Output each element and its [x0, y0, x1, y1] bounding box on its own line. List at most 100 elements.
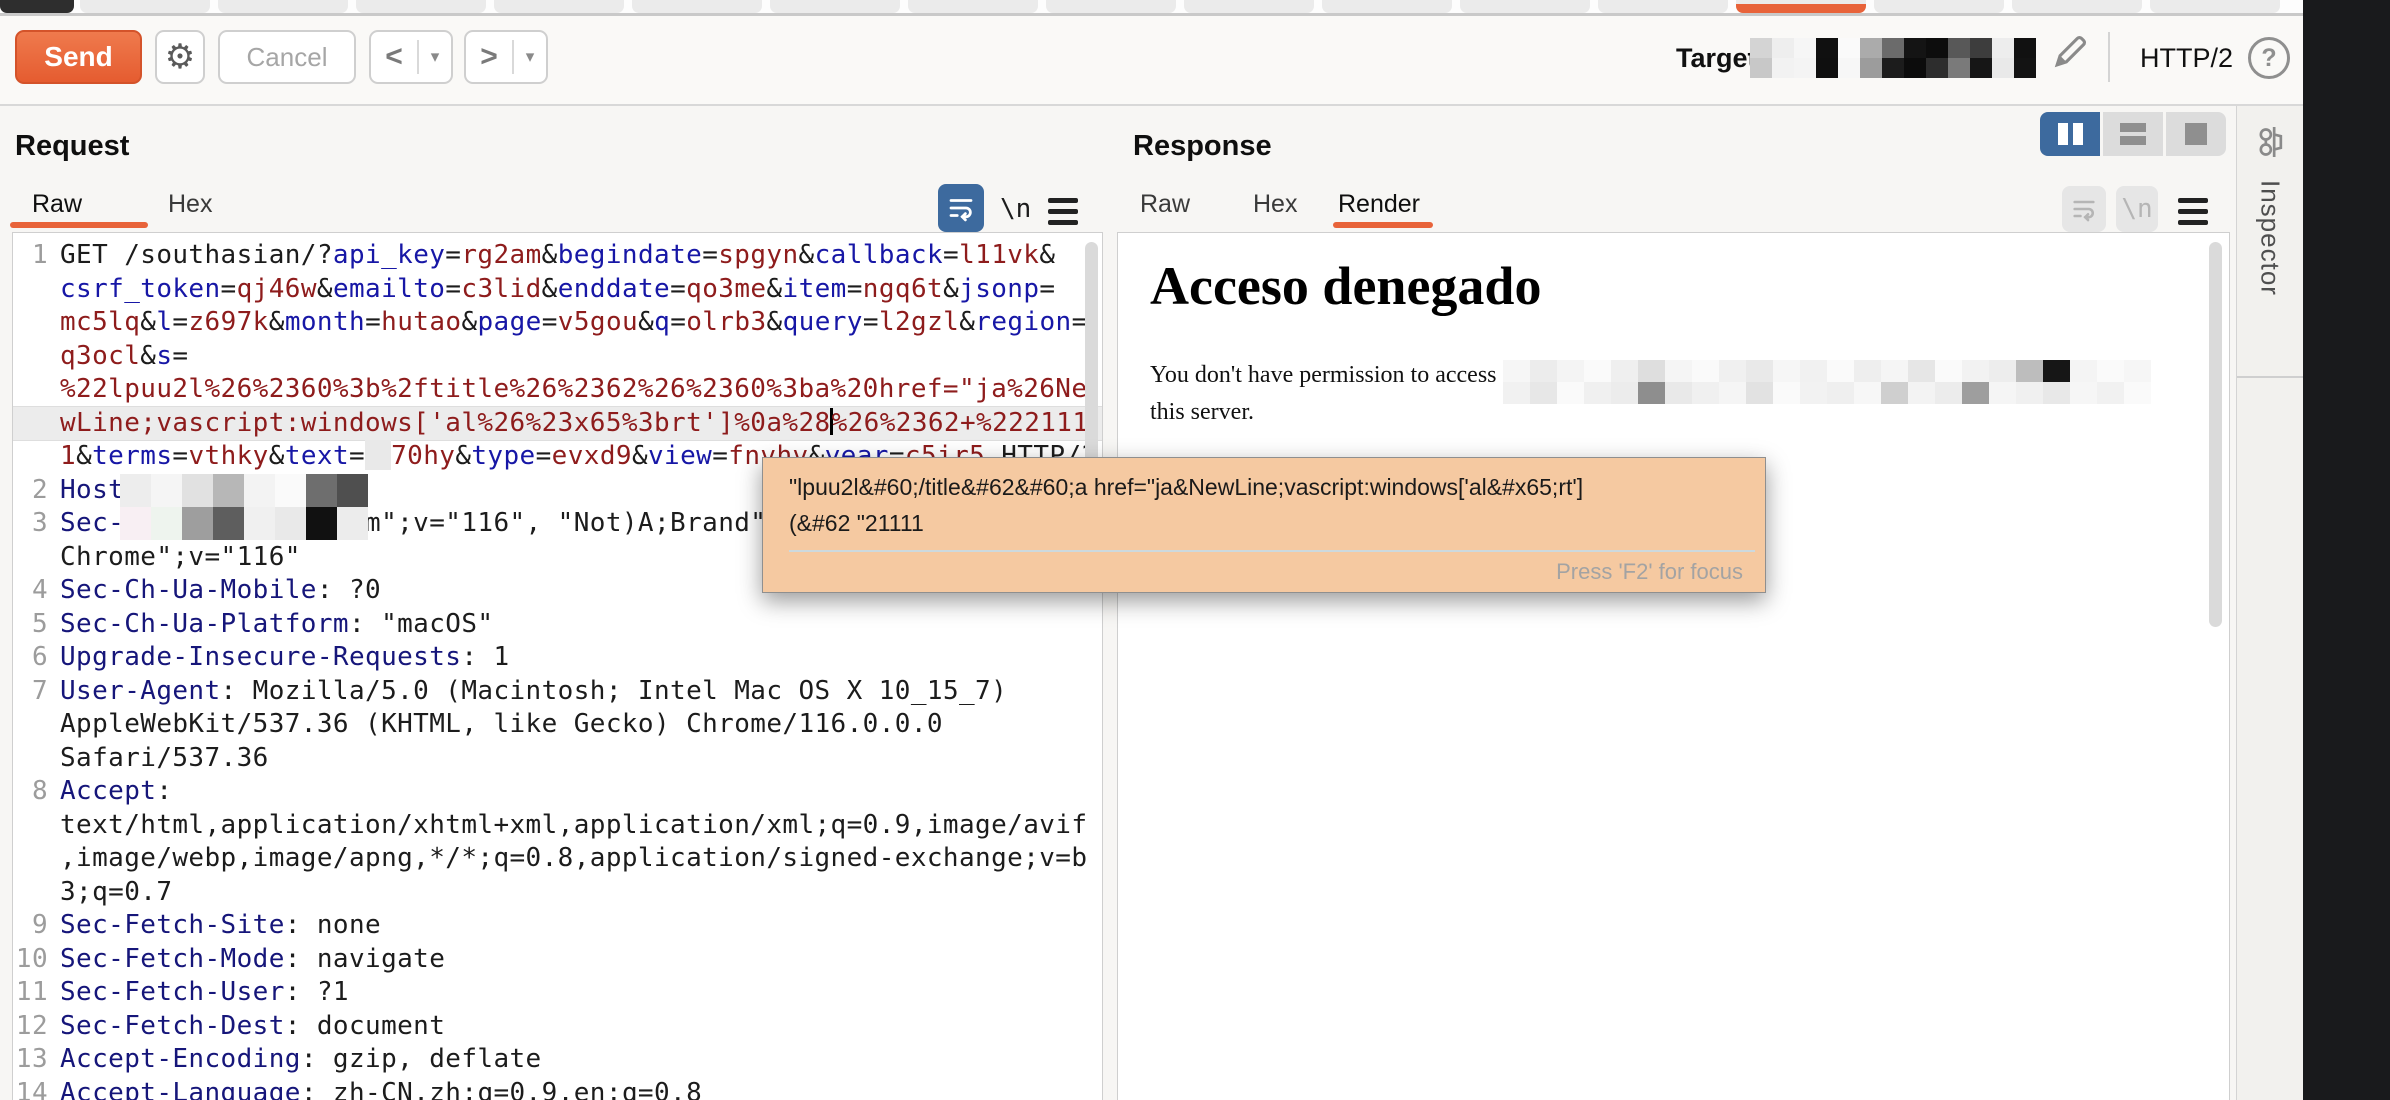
- request-editor-row[interactable]: ,image/webp,image/apng,*/*;q=0.8,applica…: [13, 842, 1102, 876]
- target-label: Target: [1676, 43, 1757, 74]
- screen-edge-background: [2303, 0, 2390, 1100]
- response-body-redaction: [1503, 360, 2151, 404]
- response-heading: Acceso denegado: [1150, 255, 1541, 317]
- line-number: 12: [13, 1010, 53, 1044]
- request-menu-icon[interactable]: [1048, 198, 1078, 225]
- newline-toggle-icon-disabled: \n: [2116, 186, 2158, 232]
- request-editor-row[interactable]: %22lpuu2l%26%2360%3b%2ftitle%26%2362%26%…: [13, 373, 1102, 407]
- app-tab[interactable]: [80, 0, 210, 13]
- app-tab[interactable]: [908, 0, 1038, 13]
- response-tab-hex[interactable]: Hex: [1253, 190, 1297, 219]
- request-editor-row[interactable]: 14Accept-Language: zh-CN,zh;q=0.9,en;q=0…: [13, 1077, 1102, 1100]
- line-number: [13, 809, 53, 843]
- back-arrow-icon[interactable]: <: [371, 40, 417, 74]
- forward-arrow-icon[interactable]: >: [466, 40, 512, 74]
- request-editor-row[interactable]: 6Upgrade-Insecure-Requests: 1: [13, 641, 1102, 675]
- chevron-down-icon[interactable]: ▾: [419, 47, 451, 67]
- app-tab[interactable]: [1184, 0, 1314, 13]
- gear-icon[interactable]: ⚙: [155, 30, 205, 84]
- selected-app-tab-indicator: [1736, 4, 1866, 13]
- line-number: [13, 373, 53, 407]
- line-number: [13, 440, 53, 474]
- request-editor-row[interactable]: mc5lq&l=z697k&month=hutao&page=v5gou&q=o…: [13, 306, 1102, 340]
- response-panel-title: Response: [1133, 130, 1272, 163]
- http-version-label[interactable]: HTTP/2: [2140, 43, 2233, 74]
- line-number: [13, 407, 53, 441]
- app-tab[interactable]: [632, 0, 762, 13]
- app-tab[interactable]: [1460, 0, 1590, 13]
- inspector-tab[interactable]: Inspector: [2237, 106, 2303, 378]
- request-editor-row[interactable]: 10Sec-Fetch-Mode: navigate: [13, 943, 1102, 977]
- request-editor[interactable]: 1GET /southasian/?api_key=rg2am&begindat…: [12, 232, 1103, 1100]
- app-tab[interactable]: [2012, 0, 2142, 13]
- send-button[interactable]: Send: [15, 30, 142, 84]
- request-editor-row[interactable]: q3ocl&s=: [13, 340, 1102, 374]
- response-menu-icon[interactable]: [2178, 198, 2208, 225]
- request-editor-row[interactable]: 11Sec-Fetch-User: ?1: [13, 976, 1102, 1010]
- chevron-down-icon[interactable]: ▾: [514, 47, 546, 67]
- line-number: 4: [13, 574, 53, 608]
- app-tab[interactable]: [218, 0, 348, 13]
- layout-rows-icon[interactable]: [2103, 112, 2163, 156]
- app-tab-strip: [0, 0, 2303, 13]
- line-number: 6: [13, 641, 53, 675]
- request-editor-row[interactable]: 8Accept:: [13, 775, 1102, 809]
- response-scrollbar[interactable]: [2209, 242, 2222, 627]
- inspector-label: Inspector: [2255, 180, 2286, 296]
- request-tab-raw[interactable]: Raw: [32, 190, 82, 219]
- tooltip-focus-hint: Press 'F2' for focus: [789, 559, 1755, 585]
- line-number: [13, 306, 53, 340]
- response-tab-raw[interactable]: Raw: [1140, 190, 1190, 219]
- request-tab-hex[interactable]: Hex: [168, 190, 212, 219]
- line-number: [13, 842, 53, 876]
- line-number: 14: [13, 1077, 53, 1100]
- cancel-button[interactable]: Cancel: [218, 30, 356, 84]
- forward-history-button[interactable]: > ▾: [464, 30, 548, 84]
- app-tab[interactable]: [1598, 0, 1728, 13]
- app-tab[interactable]: [494, 0, 624, 13]
- toolbar-bottom-divider: [0, 104, 2303, 106]
- back-history-button[interactable]: < ▾: [369, 30, 453, 84]
- app-tab[interactable]: [356, 0, 486, 13]
- response-tab-render[interactable]: Render: [1338, 190, 1420, 219]
- request-editor-row[interactable]: csrf_token=qj46w&emailto=c3lid&enddate=q…: [13, 273, 1102, 307]
- response-body-line: this server.: [1150, 399, 1254, 426]
- line-number: [13, 541, 53, 575]
- request-editor-row[interactable]: 5Sec-Ch-Ua-Platform: "macOS": [13, 608, 1102, 642]
- line-number: 10: [13, 943, 53, 977]
- request-editor-row[interactable]: 12Sec-Fetch-Dest: document: [13, 1010, 1102, 1044]
- layout-toggle-group: [2040, 112, 2226, 156]
- app-tab[interactable]: [2150, 0, 2280, 13]
- request-editor-row[interactable]: AppleWebKit/537.36 (KHTML, like Gecko) C…: [13, 708, 1102, 742]
- line-number: 2: [13, 474, 53, 508]
- line-number: 5: [13, 608, 53, 642]
- request-editor-row[interactable]: 3;q=0.7: [13, 876, 1102, 910]
- request-panel-title: Request: [15, 130, 129, 163]
- app-tab[interactable]: [1874, 0, 2004, 13]
- app-tab[interactable]: [1046, 0, 1176, 13]
- request-scrollbar[interactable]: [1085, 242, 1098, 472]
- help-icon[interactable]: ?: [2248, 37, 2290, 79]
- layout-single-icon[interactable]: [2166, 112, 2226, 156]
- request-editor-row[interactable]: 7User-Agent: Mozilla/5.0 (Macintosh; Int…: [13, 675, 1102, 709]
- request-editor-row[interactable]: wLine;vascript:windows['al%26%23x65%3brt…: [13, 407, 1102, 441]
- request-editor-row[interactable]: 9Sec-Fetch-Site: none: [13, 909, 1102, 943]
- layout-columns-icon[interactable]: [2040, 112, 2100, 156]
- app-tab[interactable]: [0, 0, 74, 13]
- line-number: [13, 742, 53, 776]
- request-editor-row[interactable]: Safari/537.36: [13, 742, 1102, 776]
- line-number: [13, 876, 53, 910]
- request-editor-row[interactable]: 1GET /southasian/?api_key=rg2am&begindat…: [13, 239, 1102, 273]
- request-editor-row[interactable]: text/html,application/xhtml+xml,applicat…: [13, 809, 1102, 843]
- line-number: 7: [13, 675, 53, 709]
- request-editor-row[interactable]: 13Accept-Encoding: gzip, deflate: [13, 1043, 1102, 1077]
- burp-repeater-window: Send ⚙ Cancel < ▾ > ▾ Target HTTP/2 ? Re…: [0, 0, 2390, 1100]
- tooltip-decoded-line: "lpuu2l&#60;/title&#62&#60;a href="ja&Ne…: [789, 474, 1755, 501]
- app-tab[interactable]: [1322, 0, 1452, 13]
- app-tab[interactable]: [770, 0, 900, 13]
- word-wrap-icon[interactable]: [938, 184, 984, 232]
- response-body-line: You don't have permission to access: [1150, 362, 1497, 389]
- newline-toggle-icon[interactable]: \n: [1000, 194, 1031, 224]
- app-tab[interactable]: [1736, 0, 1866, 13]
- pencil-edit-icon[interactable]: [2048, 30, 2092, 74]
